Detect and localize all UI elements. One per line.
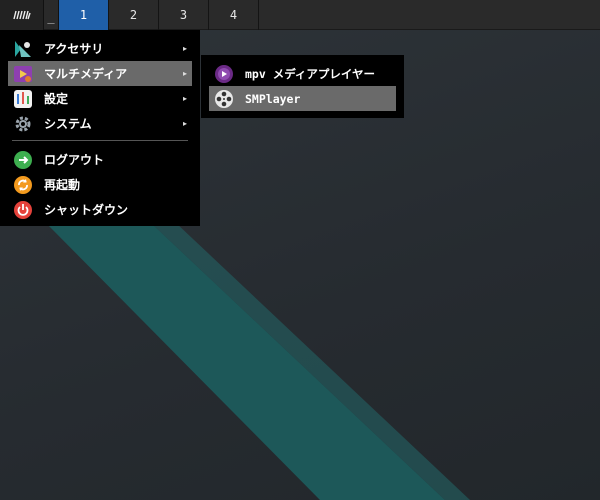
logout-icon <box>12 149 34 171</box>
submenu-arrow-icon: ▸ <box>182 69 187 78</box>
launcher-logo-icon <box>12 10 31 20</box>
menu-item-label: システム <box>44 117 92 131</box>
menu-item-label: 設定 <box>44 92 69 106</box>
menu-item-label: シャットダウン <box>44 203 129 217</box>
submenu-item-label: mpv メディアプレイヤー <box>245 66 376 81</box>
multimedia-icon <box>12 63 34 85</box>
system-gear-icon <box>12 113 34 135</box>
shutdown-icon <box>12 199 34 221</box>
workspace-4-button[interactable]: 4 <box>209 0 259 30</box>
submenu-arrow-icon: ▸ <box>182 44 187 53</box>
workspace-3-button[interactable]: 3 <box>159 0 209 30</box>
menu-item-accessories[interactable]: アクセサリ ▸ <box>8 36 192 61</box>
main-menu: アクセサリ ▸ マルチメディア ▸ 設定 ▸ システム ▸ ログアウト 再起動 … <box>0 30 200 226</box>
mpv-icon <box>213 63 235 85</box>
menu-item-label: アクセサリ <box>44 42 104 56</box>
menu-item-settings[interactable]: 設定 ▸ <box>8 86 192 111</box>
workspace-1-button[interactable]: 1 <box>59 0 109 30</box>
menu-item-label: ログアウト <box>44 153 105 167</box>
submenu-item-smplayer[interactable]: SMPlayer <box>209 86 396 111</box>
menu-item-label: 再起動 <box>44 178 81 192</box>
menu-item-label: マルチメディア <box>44 67 128 81</box>
workspace-2-button[interactable]: 2 <box>109 0 159 30</box>
smplayer-reel-icon <box>213 88 235 110</box>
multimedia-submenu: mpv メディアプレイヤー SMPlayer <box>201 55 404 118</box>
submenu-arrow-icon: ▸ <box>182 94 187 103</box>
submenu-arrow-icon: ▸ <box>182 119 187 128</box>
settings-icon <box>12 88 34 110</box>
submenu-item-label: SMPlayer <box>245 91 301 106</box>
top-panel: _ 1 2 3 4 <box>0 0 600 30</box>
accessories-icon <box>12 38 34 60</box>
menu-item-logout[interactable]: ログアウト <box>8 147 192 172</box>
menu-item-system[interactable]: システム ▸ <box>8 111 192 136</box>
menu-separator <box>12 140 188 141</box>
restart-icon <box>12 174 34 196</box>
menu-item-restart[interactable]: 再起動 <box>8 172 192 197</box>
minimize-button[interactable]: _ <box>44 0 59 30</box>
menu-item-shutdown[interactable]: シャットダウン <box>8 197 192 222</box>
launcher-button[interactable] <box>0 0 44 30</box>
submenu-item-mpv[interactable]: mpv メディアプレイヤー <box>209 61 396 86</box>
menu-item-multimedia[interactable]: マルチメディア ▸ <box>8 61 192 86</box>
